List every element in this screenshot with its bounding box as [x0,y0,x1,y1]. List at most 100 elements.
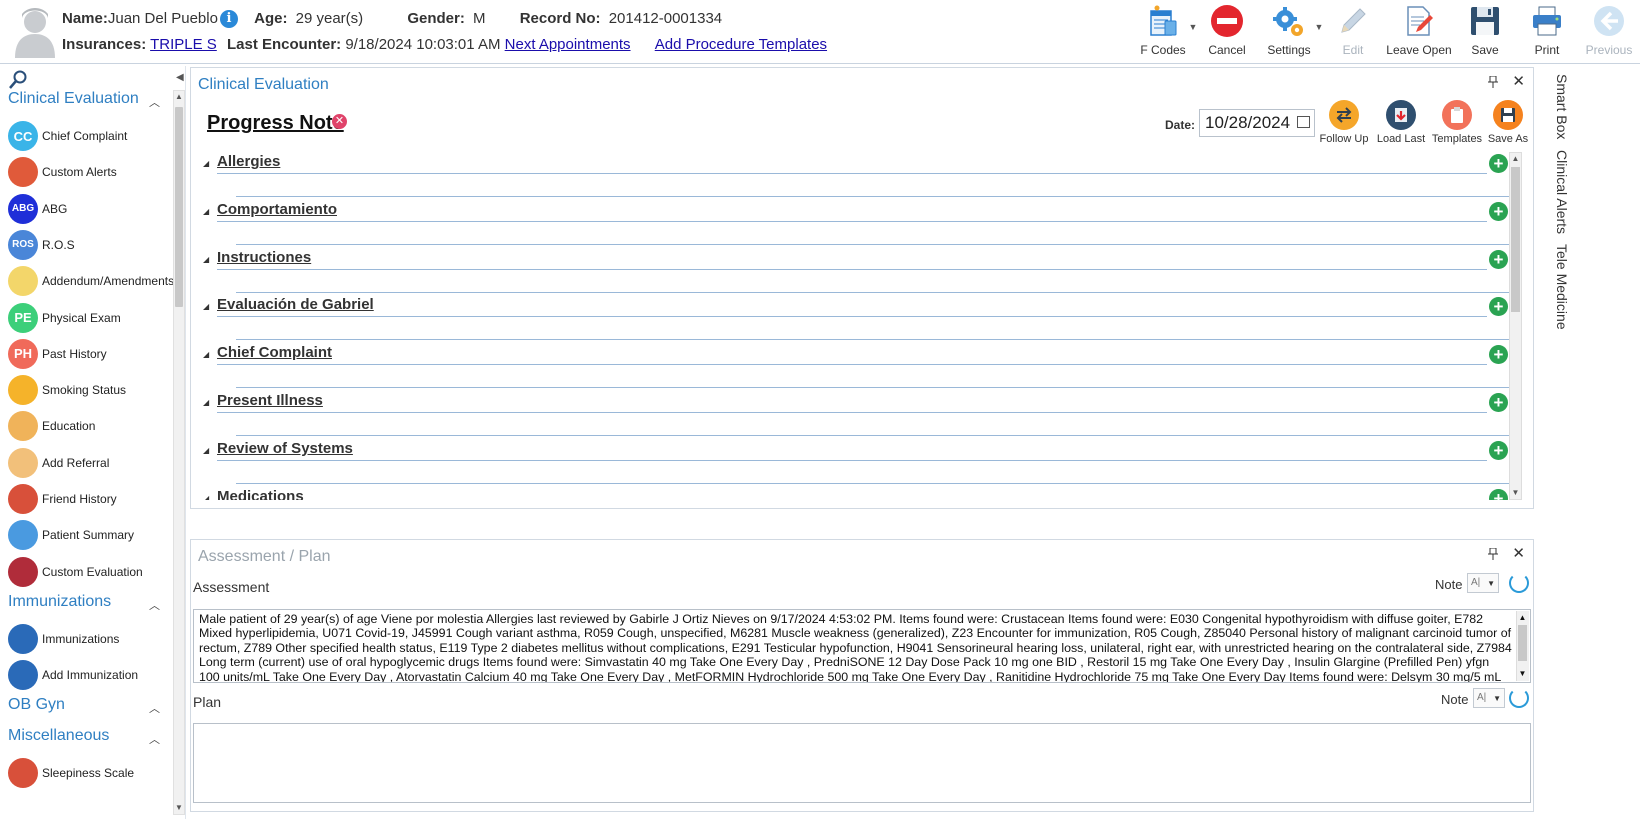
tab-clinical-alerts[interactable]: Clinical Alerts [1546,150,1570,234]
leave-open-button[interactable]: Leave Open [1384,4,1454,60]
add-item-icon[interactable]: + [1489,297,1508,317]
info-icon[interactable]: i [219,10,238,28]
scroll-up-icon[interactable]: ▲ [174,91,184,103]
section-title[interactable]: Present Illness [217,392,323,409]
group-immunizations[interactable]: Immunizations ︿ [8,593,168,617]
chevron-up-icon[interactable]: ︿ [149,700,160,716]
note-title: Progress Note [207,112,344,134]
collapse-triangle-icon[interactable]: ◢ [203,446,209,455]
scroll-thumb[interactable] [175,107,183,307]
insurance-link[interactable]: TRIPLE S [150,36,217,53]
assessment-note-select[interactable]: A| ▼ [1467,573,1499,593]
collapse-sidebar-icon[interactable]: ◀ [176,72,184,83]
group-clinical-evaluation[interactable]: Clinical Evaluation ︿ [8,90,168,114]
note-section: ◢ Comportamiento + [197,198,1513,246]
add-item-icon[interactable]: + [1489,201,1508,221]
sidebar-item[interactable]: Immunizations [8,622,174,656]
collapse-triangle-icon[interactable]: ◢ [203,159,209,168]
save-button[interactable]: Save [1454,4,1516,60]
scroll-down-icon[interactable]: ▼ [1517,667,1528,681]
sidebar-item[interactable]: CC Chief Complaint [8,119,174,153]
sidebar-scrollbar[interactable]: ▲ ▼ [173,90,185,815]
fcodes-button[interactable]: F Codes [1132,4,1194,60]
sidebar-item[interactable]: ABG ABG [8,192,174,226]
cancel-button[interactable]: Cancel [1196,4,1258,60]
plan-textarea[interactable] [193,723,1531,803]
section-title[interactable]: Chief Complaint [217,344,332,361]
sidebar-item[interactable]: Education [8,409,174,443]
group-ob-gyn[interactable]: OB Gyn ︿ [8,696,168,720]
scroll-thumb[interactable] [1511,167,1520,312]
chevron-up-icon[interactable]: ︿ [149,731,160,747]
section-title[interactable]: Comportamiento [217,201,337,218]
tab-smart-box[interactable]: Smart Box [1546,74,1570,139]
edit-button[interactable]: Edit [1322,4,1384,60]
chevron-up-icon[interactable]: ︿ [149,597,160,613]
add-item-icon[interactable]: + [1489,393,1508,412]
add-item-icon[interactable]: + [1489,249,1508,269]
scroll-down-icon[interactable]: ▼ [174,802,184,814]
sidebar-item[interactable]: Smoking Status [8,373,174,407]
save-as-button[interactable]: Save As [1480,100,1536,148]
section-title[interactable]: Review of Systems [217,440,353,457]
sidebar-item[interactable]: Add Referral [8,446,174,480]
settings-button[interactable]: Settings [1258,4,1320,60]
refresh-assessment-icon[interactable] [1509,573,1529,593]
section-title[interactable]: Medications [217,488,304,500]
chevron-up-icon[interactable]: ︿ [149,94,160,110]
collapse-triangle-icon[interactable]: ◢ [203,255,209,264]
follow-up-button[interactable]: Follow Up [1316,100,1372,148]
previous-button[interactable]: Previous [1578,4,1640,60]
templates-button[interactable]: Templates [1429,100,1485,148]
assessment-scrollbar[interactable]: ▲ ▼ [1516,611,1529,681]
leave-open-label: Leave Open [1386,43,1452,57]
date-label: Date: [1165,118,1196,132]
settings-label: Settings [1267,43,1311,57]
date-input[interactable]: 10/28/2024 [1199,109,1315,137]
sections-scrollbar[interactable]: ▲ ▼ [1509,152,1522,500]
sidebar-item[interactable]: Sleepiness Scale [8,756,174,790]
sidebar-item[interactable]: Custom Alerts [8,155,174,189]
print-button[interactable]: Print [1516,4,1578,60]
assessment-textarea[interactable]: Male patient of 29 year(s) of age Viene … [193,609,1531,683]
sidebar-item[interactable]: Patient Summary [8,518,174,552]
section-title[interactable]: Allergies [217,153,280,170]
next-appointments-link[interactable]: Next Appointments [505,36,631,53]
add-procedure-templates-link[interactable]: Add Procedure Templates [655,36,827,53]
section-title[interactable]: Evaluación de Gabriel [217,296,374,313]
section-title[interactable]: Instructiones [217,249,311,266]
sidebar-item[interactable]: Addendum/Amendments [8,264,174,298]
scroll-up-icon[interactable]: ▲ [1517,611,1528,625]
close-icon[interactable]: ✕ [1512,546,1525,563]
collapse-triangle-icon[interactable]: ◢ [203,494,209,500]
group-miscellaneous[interactable]: Miscellaneous ︿ [8,727,168,751]
sidebar-item-label: Chief Complaint [42,129,128,143]
add-item-icon[interactable]: + [1489,154,1508,173]
sidebar-item[interactable]: ROS R.O.S [8,228,174,262]
load-last-button[interactable]: Load Last [1373,100,1429,148]
add-item-icon[interactable]: + [1489,345,1508,365]
sidebar-item-label: Addendum/Amendments [42,274,175,289]
sidebar-item[interactable]: Add Immunization [8,658,174,692]
collapse-triangle-icon[interactable]: ◢ [203,207,209,216]
pin-icon[interactable] [1488,75,1499,91]
scroll-thumb[interactable] [1518,625,1527,661]
refresh-plan-icon[interactable] [1509,688,1529,708]
sidebar-item[interactable]: PE Physical Exam [8,301,174,335]
close-icon[interactable]: ✕ [1512,74,1525,91]
sidebar-item[interactable]: PH Past History [8,337,174,371]
calendar-icon[interactable] [1297,116,1310,128]
plan-note-select[interactable]: A| ▼ [1473,688,1505,708]
add-item-icon[interactable]: + [1489,488,1508,500]
collapse-triangle-icon[interactable]: ◢ [203,302,209,311]
pin-icon[interactable] [1488,547,1499,563]
sidebar-item[interactable]: Custom Evaluation [8,555,174,589]
tab-tele-medicine[interactable]: Tele Medicine [1546,244,1570,330]
remove-note-icon[interactable]: ✕ [332,114,347,129]
scroll-up-icon[interactable]: ▲ [1510,153,1521,165]
collapse-triangle-icon[interactable]: ◢ [203,350,209,359]
add-item-icon[interactable]: + [1489,440,1508,460]
sidebar-item[interactable]: Friend History [8,482,174,516]
scroll-down-icon[interactable]: ▼ [1510,487,1521,499]
collapse-triangle-icon[interactable]: ◢ [203,398,209,407]
